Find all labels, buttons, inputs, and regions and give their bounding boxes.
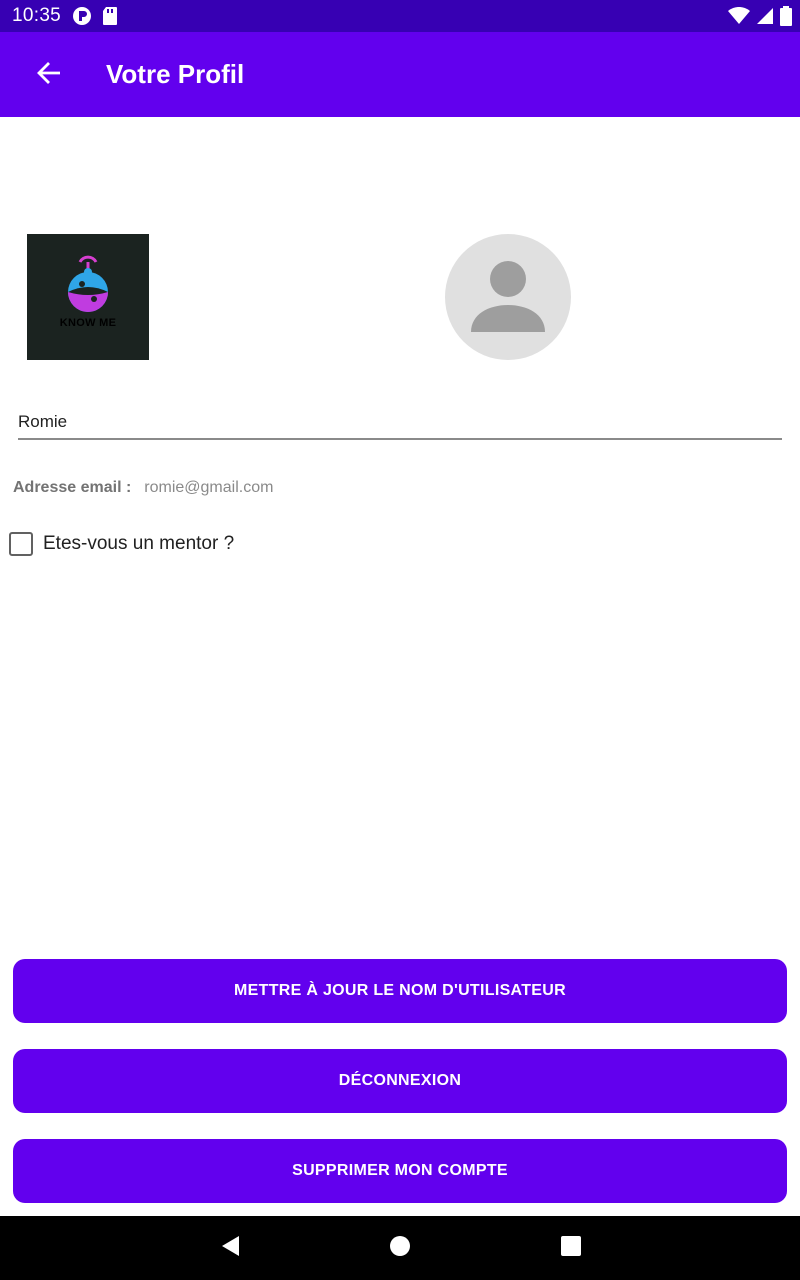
username-field[interactable] — [18, 408, 782, 440]
recents-square-icon — [560, 1235, 582, 1262]
signal-icon — [756, 7, 774, 30]
battery-icon — [780, 6, 792, 31]
app-logo: KNOW ME — [27, 234, 149, 360]
back-triangle-icon — [219, 1234, 241, 1263]
status-time: 10:35 — [12, 5, 62, 26]
arrow-back-icon — [36, 60, 62, 91]
update-username-button[interactable]: METTRE À JOUR LE NOM D'UTILISATEUR — [13, 959, 787, 1023]
email-label: Adresse email : — [13, 479, 132, 496]
back-button[interactable] — [28, 54, 70, 96]
status-left-icons — [72, 6, 118, 31]
logo-text: KNOW ME — [59, 317, 117, 329]
status-bar: 10:35 — [0, 0, 800, 32]
mentor-checkbox-label: Etes-vous un mentor ? — [43, 533, 235, 554]
robot-logo-icon — [68, 255, 108, 312]
mentor-checkbox-row[interactable]: Etes-vous un mentor ? — [9, 532, 234, 556]
username-input[interactable] — [18, 408, 782, 436]
email-row: Adresse email : romie@gmail.com — [13, 479, 273, 497]
app-bar: Votre Profil — [0, 32, 800, 117]
mentor-checkbox[interactable] — [9, 532, 33, 556]
status-right-icons — [728, 6, 792, 31]
home-circle-icon — [388, 1234, 412, 1263]
sd-card-icon — [102, 6, 118, 31]
person-icon — [471, 261, 545, 332]
nav-back-button[interactable] — [216, 1234, 244, 1262]
logout-button[interactable]: DÉCONNEXION — [13, 1049, 787, 1113]
nav-home-button[interactable] — [386, 1234, 414, 1262]
nav-recents-button[interactable] — [557, 1234, 585, 1262]
email-value: romie@gmail.com — [144, 479, 274, 496]
sync-icon — [72, 6, 92, 31]
wifi-icon — [728, 6, 750, 30]
navigation-bar — [0, 1216, 800, 1280]
page-title: Votre Profil — [106, 59, 245, 89]
delete-account-button[interactable]: SUPPRIMER MON COMPTE — [13, 1139, 787, 1203]
profile-avatar[interactable] — [445, 234, 571, 360]
